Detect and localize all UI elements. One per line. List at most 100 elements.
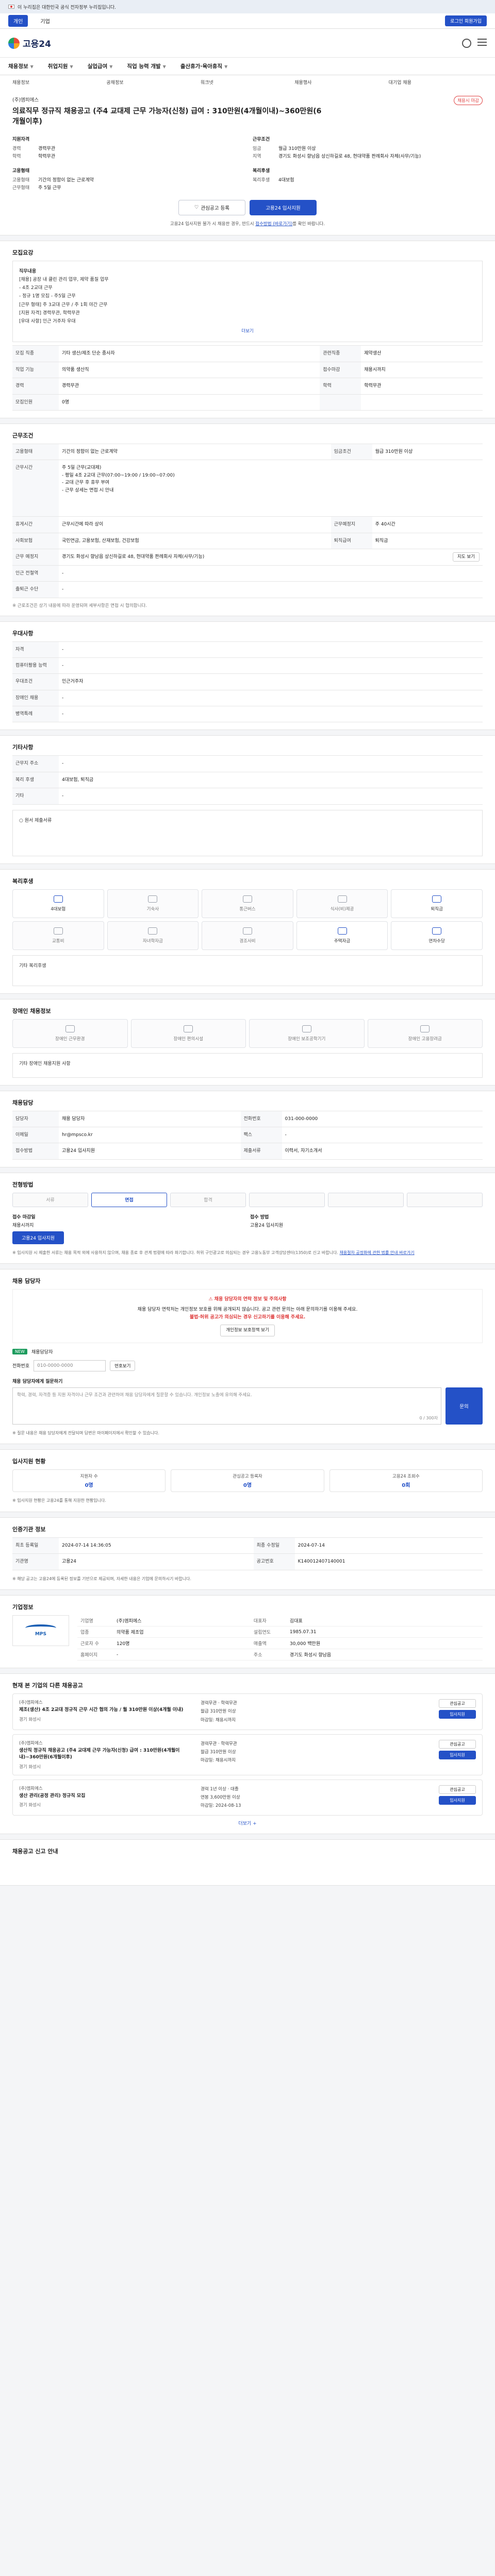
- submit-question-button[interactable]: 문의: [446, 1387, 483, 1425]
- sub-tabs: 채용정보 공채정보 워크넷 채용행사 대기업 채용: [0, 75, 495, 89]
- subtab-5[interactable]: 대기업 채용: [389, 79, 483, 86]
- benefit-icon: [337, 895, 347, 903]
- company-table: 기업명 (주)엠피에스 대표자 김대표 업종 의약품 제조업 설립연도 1985.07.31…: [77, 1615, 483, 1661]
- favorite-button[interactable]: ♡ 관심공고 등록: [178, 199, 245, 215]
- other-extra-text: ○ 원서 제출서류: [19, 818, 52, 823]
- nav-item-leave[interactable]: 출산휴가·육아휴직 ▼: [180, 62, 227, 70]
- desc-line: 직무내용: [19, 268, 37, 274]
- benefit-icon: [242, 895, 252, 903]
- meta-title: 지원자격: [12, 137, 30, 142]
- alert-highlight: 불법·허위 공고가 의심되는 경우 신고하기를 이용해 주세요.: [189, 1314, 306, 1320]
- apply-method-link[interactable]: 접수방법 (바로가기): [255, 222, 292, 227]
- map-button[interactable]: 지도 보기: [453, 552, 480, 562]
- meta-key: 근무형태: [12, 185, 30, 191]
- meta-value: 학력무관: [38, 154, 56, 159]
- show-phone-button[interactable]: 번호보기: [110, 1360, 136, 1371]
- apply-button-2[interactable]: 고용24 입사지원: [12, 1231, 64, 1244]
- benefit-extra-text: 기타 복리후생: [19, 963, 46, 969]
- tab-business[interactable]: 기업: [35, 15, 55, 27]
- phone-label: 전화번호: [12, 1364, 30, 1369]
- subtab-2[interactable]: 공채정보: [106, 79, 200, 86]
- job-card[interactable]: (주)엠피에스 제조(생산) 4조 2교대 정규직 근무 시간 협의 가능 / 월…: [12, 1693, 483, 1730]
- search-icon[interactable]: [462, 38, 471, 48]
- meta-title: 복리후생: [253, 168, 270, 174]
- apply-button[interactable]: 고용24 입사지원: [250, 199, 317, 215]
- job-apply-button[interactable]: 입사지원: [439, 1795, 476, 1805]
- benefit-label: 교통비: [52, 938, 64, 944]
- facility-icon: [184, 1025, 193, 1032]
- job-location: 경기 화성시: [19, 1717, 41, 1722]
- manager-name-label: 채용담당자: [31, 1349, 53, 1355]
- privacy-policy-button[interactable]: 개인정보 보호정책 보기: [220, 1325, 275, 1336]
- login-button[interactable]: 로그인 회원가입: [445, 15, 487, 26]
- section-title: 모집요강: [12, 249, 34, 256]
- company-section: 기업정보 MPS 기업명 (주)엠피에스 대표자 김대표 업종 의약품 제조업 설립연도 1…: [0, 1595, 495, 1669]
- benefit-extra: 기타 복리후생: [12, 955, 483, 986]
- subtab-3[interactable]: 워크넷: [201, 79, 294, 86]
- meta-key: 경력: [12, 146, 21, 151]
- section-title: 복리후생: [12, 877, 34, 885]
- job-apply-button[interactable]: 입사지원: [439, 1750, 476, 1759]
- logo[interactable]: 고용24: [8, 37, 51, 49]
- process-steps: 서류 면접 합격: [12, 1192, 483, 1207]
- manager-table: 담당자 채용 담당자 전화번호 031-000-0000 이메일 hr@mpsco.kr…: [12, 1110, 483, 1160]
- header: 고용24: [0, 29, 495, 58]
- tab-personal[interactable]: 개인: [8, 15, 28, 27]
- job-card[interactable]: (주)엠피에스 생산 관리(공정 관리) 정규직 모집 경기 화성시 경력 1년 이상…: [12, 1779, 483, 1816]
- benefits-section: 복리후생 4대보험 기숙사 통근버스 식사(비)제공 퇴직금 교통비 자녀학자금 경조사비 주택…: [0, 869, 495, 994]
- job-description: 직무내용 [채용] 공장 내 클린 관리 업무, 제약 품질 업무 - 4조 2…: [12, 260, 483, 343]
- benefit-label: 4대보험: [51, 906, 66, 912]
- nav-item-training[interactable]: 직업 능력 개발 ▼: [127, 62, 166, 70]
- process-step: 합격: [170, 1192, 246, 1207]
- question-input[interactable]: 학력, 경력, 자격증 등 지원 자격이나 근무 조건과 관련하여 채용 담당자…: [12, 1387, 441, 1425]
- stats-note: ※ 입사지원 현황은 고용24를 통해 지원한 현황입니다.: [12, 1498, 106, 1503]
- info-table: 최초 등록일 2024-07-14 14:36:05 최종 수정일 2024-07-1…: [12, 1537, 483, 1570]
- stat-favorites: 관심공고 등록자 0명: [171, 1469, 324, 1493]
- section-title: 현재 본 기업의 다른 채용공고: [12, 1682, 83, 1689]
- job-favorite-button[interactable]: 관심공고: [439, 1785, 476, 1794]
- nav-item-jobs[interactable]: 채용정보 ▼: [8, 62, 34, 70]
- section-title: 채용담당: [12, 1099, 34, 1106]
- job-meta: 마감일: 2024-08-13: [201, 1803, 241, 1808]
- menu-icon[interactable]: [477, 38, 487, 46]
- benefit-icon: [53, 927, 63, 935]
- disabled-item: 장애인 편의시설: [130, 1019, 246, 1048]
- benefit-icon: [148, 895, 158, 903]
- nav-item-benefits[interactable]: 실업급여 ▼: [88, 62, 113, 70]
- disabled-item: 장애인 근무환경: [12, 1019, 128, 1048]
- subtab-1[interactable]: 채용정보: [12, 79, 106, 86]
- deadline-value: 채용시까지: [12, 1223, 34, 1228]
- flag-icon: [8, 5, 14, 9]
- more-button[interactable]: 더보기 +: [12, 1820, 483, 1826]
- section-title: 채용 담당자: [12, 1278, 41, 1285]
- job-title-link[interactable]: 제조(생산) 4조 2교대 정규직 근무 시간 협의 가능 / 월 310만원 …: [19, 1707, 194, 1714]
- method-value: 고용24 입사지원: [250, 1223, 283, 1228]
- law-link[interactable]: 채용절차 공정화에 관한 법률 안내 바로가기: [339, 1250, 414, 1255]
- nav-item-support[interactable]: 취업지원 ▼: [48, 62, 73, 70]
- job-apply-button[interactable]: 입사지원: [439, 1710, 476, 1719]
- section-title: 인증기관 정보: [12, 1526, 46, 1533]
- job-card[interactable]: (주)엠피에스 생산직 정규직 채용공고 (주4 교대제 근무 가능자(신청) 급…: [12, 1734, 483, 1775]
- section-title: 전형방법: [12, 1181, 34, 1188]
- disabled-grid: 장애인 근무환경 장애인 편의시설 장애인 보조공학기기 장애인 고용장려금: [12, 1019, 483, 1048]
- company-name[interactable]: (주)엠피에스: [12, 96, 483, 103]
- summary-meta: 지원자격 경력 경력무관 학력 학력무관 근무조건 임금 월급 310만원 이상 지역…: [12, 135, 483, 193]
- benefit-item: 퇴직금: [391, 889, 483, 918]
- section-title: 근무조건: [12, 432, 34, 439]
- process-fine-print: ※ 입사지원 시 제출한 서류는 채용 목적 외에 사용하지 않으며, 채용 종…: [12, 1250, 415, 1255]
- logo-text: 고용24: [23, 39, 51, 49]
- manager-section: 채용담당 담당자 채용 담당자 전화번호 031-000-0000 이메일 hr@mps…: [0, 1090, 495, 1167]
- job-favorite-button[interactable]: 관심공고: [439, 1739, 476, 1749]
- section-title: 우대사항: [12, 630, 34, 637]
- job-title-link[interactable]: 생산직 정규직 채용공고 (주4 교대제 근무 가능자(신청) 급여 : 310…: [19, 1748, 194, 1761]
- logo-icon: [8, 37, 20, 49]
- job-favorite-button[interactable]: 관심공고: [439, 1699, 476, 1708]
- meta-value: 월급 310만원 이상: [278, 146, 316, 151]
- expand-toggle[interactable]: 더보기: [19, 328, 476, 335]
- stat-views: 고용24 조회수 0회: [329, 1469, 483, 1493]
- inquiry-fine: ※ 질문 내용은 채용 담당자에게 전달되며 답변은 마이페이지에서 확인할 수…: [12, 1430, 159, 1435]
- benefit-label: 연차수당: [428, 938, 445, 944]
- job-title-link[interactable]: 생산 관리(공정 관리) 정규직 모집: [19, 1793, 194, 1800]
- subtab-4[interactable]: 채용행사: [294, 79, 388, 86]
- chevron-down-icon: ▼: [70, 64, 73, 69]
